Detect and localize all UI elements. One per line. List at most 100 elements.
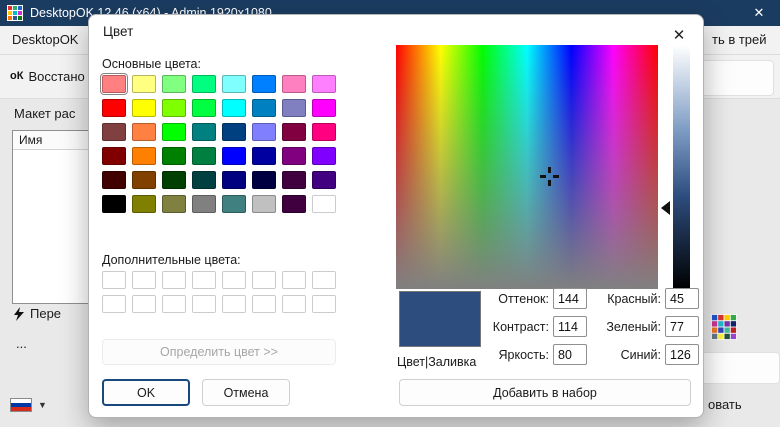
color-swatch[interactable] [312, 147, 336, 165]
color-swatch[interactable] [132, 271, 156, 289]
color-swatch[interactable] [102, 271, 126, 289]
color-swatch[interactable] [192, 75, 216, 93]
color-swatch[interactable] [132, 99, 156, 117]
side-button[interactable] [698, 352, 780, 384]
color-swatch[interactable] [222, 295, 246, 313]
color-swatch[interactable] [252, 171, 276, 189]
blue-input[interactable] [665, 344, 699, 365]
screen: DesktopOK 12.46 (x64) - Admin 1920x1080 … [0, 0, 780, 427]
color-swatch[interactable] [282, 123, 306, 141]
color-swatch[interactable] [282, 147, 306, 165]
color-swatch[interactable] [102, 123, 126, 141]
color-swatch[interactable] [312, 195, 336, 213]
color-swatch[interactable] [282, 295, 306, 313]
color-swatch[interactable] [252, 295, 276, 313]
desktopok-app-icon [7, 5, 23, 21]
dropdown-arrow-icon: ▼ [38, 400, 47, 410]
color-swatch[interactable] [162, 123, 186, 141]
color-preview [399, 291, 481, 347]
color-swatch[interactable] [162, 271, 186, 289]
dialog-title: Цвет [103, 24, 134, 39]
color-swatch[interactable] [162, 147, 186, 165]
bottom-right-partial-label[interactable]: овать [708, 397, 742, 412]
color-swatch[interactable] [102, 147, 126, 165]
ok-button[interactable]: OK [102, 379, 190, 406]
menu-item-desktopok[interactable]: DesktopOK [12, 26, 78, 54]
desktopok-palette-icon [711, 314, 737, 340]
color-swatch[interactable] [312, 99, 336, 117]
hue-input[interactable] [553, 288, 587, 309]
color-swatch[interactable] [102, 75, 126, 93]
color-swatch[interactable] [132, 295, 156, 313]
color-swatch[interactable] [132, 123, 156, 141]
color-swatch[interactable] [102, 171, 126, 189]
color-swatch[interactable] [192, 171, 216, 189]
color-swatch[interactable] [222, 123, 246, 141]
color-swatch[interactable] [222, 171, 246, 189]
basic-colors-grid [102, 75, 336, 213]
color-swatch[interactable] [162, 75, 186, 93]
color-swatch[interactable] [252, 99, 276, 117]
color-swatch[interactable] [282, 171, 306, 189]
color-swatch[interactable] [252, 123, 276, 141]
color-swatch[interactable] [132, 147, 156, 165]
list-header-name: Имя [13, 131, 91, 150]
crosshair-icon [540, 167, 559, 186]
color-swatch[interactable] [252, 147, 276, 165]
color-swatch[interactable] [102, 295, 126, 313]
color-swatch[interactable] [192, 123, 216, 141]
color-swatch[interactable] [282, 75, 306, 93]
move-button[interactable]: Пере [14, 306, 61, 321]
russia-flag-icon [10, 398, 32, 412]
color-swatch[interactable] [282, 195, 306, 213]
color-swatch[interactable] [132, 75, 156, 93]
luminance-arrow-icon[interactable] [661, 201, 670, 215]
color-swatch[interactable] [312, 271, 336, 289]
color-swatch[interactable] [312, 171, 336, 189]
restore-button[interactable]: оК Восстано [10, 64, 85, 88]
color-swatch[interactable] [282, 99, 306, 117]
color-swatch[interactable] [312, 75, 336, 93]
color-swatch[interactable] [192, 99, 216, 117]
hue-saturation-field[interactable] [396, 45, 658, 289]
color-swatch[interactable] [252, 271, 276, 289]
language-flag-button[interactable]: ▼ [10, 398, 47, 412]
color-swatch[interactable] [222, 99, 246, 117]
green-input[interactable] [665, 316, 699, 337]
window-close-button[interactable]: ✕ [742, 0, 776, 26]
layout-list[interactable]: Имя [12, 130, 92, 304]
color-swatch[interactable] [222, 195, 246, 213]
cancel-button[interactable]: Отмена [202, 379, 290, 406]
move-label: Пере [30, 306, 62, 321]
color-swatch[interactable] [222, 75, 246, 93]
color-swatch[interactable] [252, 195, 276, 213]
color-swatch[interactable] [162, 295, 186, 313]
menu-item-tray-partial[interactable]: ть в трей [712, 26, 767, 54]
color-swatch[interactable] [162, 99, 186, 117]
color-swatch[interactable] [132, 171, 156, 189]
color-swatch[interactable] [192, 271, 216, 289]
color-swatch[interactable] [132, 195, 156, 213]
hue-label: Оттенок: [498, 292, 549, 306]
define-color-button[interactable]: Определить цвет >> [102, 339, 336, 365]
color-swatch[interactable] [222, 147, 246, 165]
color-swatch[interactable] [282, 271, 306, 289]
color-swatch[interactable] [162, 171, 186, 189]
add-to-set-button[interactable]: Добавить в набор [399, 379, 691, 406]
color-swatch[interactable] [102, 195, 126, 213]
color-swatch[interactable] [312, 123, 336, 141]
color-swatch[interactable] [252, 75, 276, 93]
luminance-bar[interactable] [673, 45, 690, 289]
contrast-input[interactable] [553, 316, 587, 337]
basic-colors-label: Основные цвета: [102, 57, 201, 71]
color-swatch[interactable] [192, 195, 216, 213]
color-swatch[interactable] [102, 99, 126, 117]
color-swatch[interactable] [192, 295, 216, 313]
green-label: Зеленый: [606, 320, 661, 334]
red-input[interactable] [665, 288, 699, 309]
color-swatch[interactable] [192, 147, 216, 165]
color-swatch[interactable] [312, 295, 336, 313]
brightness-input[interactable] [553, 344, 587, 365]
color-swatch[interactable] [222, 271, 246, 289]
color-swatch[interactable] [162, 195, 186, 213]
